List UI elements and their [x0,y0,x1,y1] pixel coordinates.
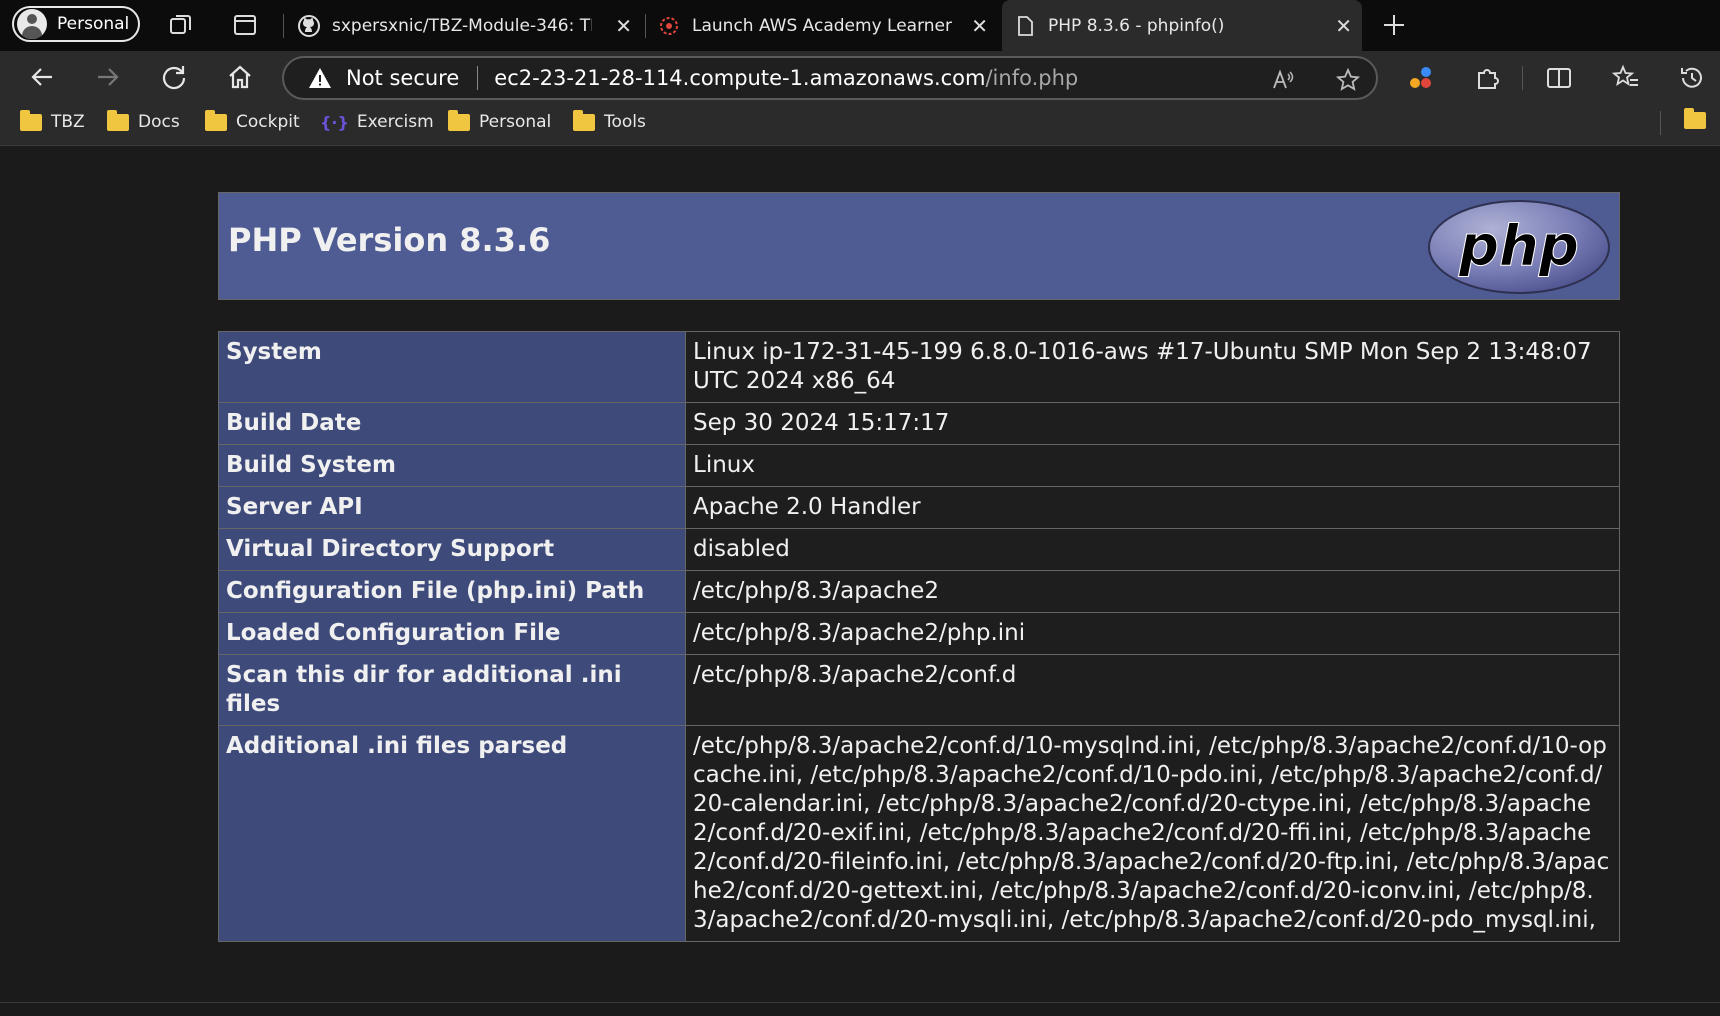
security-label[interactable]: Not secure [346,66,459,90]
profile-button[interactable]: Personal [12,6,140,42]
bookmark-docs[interactable]: Docs [107,109,180,132]
page-title: PHP Version 8.3.6 [228,221,551,259]
workspaces-icon[interactable] [168,12,194,38]
folder-icon [205,109,227,131]
row-key: Build System [218,444,686,487]
bookmark-label: TBZ [51,112,85,132]
table-row: Additional .ini files parsed/etc/php/8.3… [218,725,1620,942]
tab-phpinfo[interactable]: PHP 8.3.6 - phpinfo() ✕ [1002,0,1362,51]
folder-icon [573,109,595,131]
folder-icon [1684,108,1706,129]
row-key: Scan this dir for additional .ini files [218,654,686,726]
row-key: Additional .ini files parsed [218,725,686,942]
bookmark-label: Tools [604,112,646,132]
favorite-star-icon[interactable] [1336,68,1360,92]
bookmark-label: Exercism [356,112,434,132]
tab-title: Launch AWS Academy Learner Lab [692,15,952,36]
row-value: /etc/php/8.3/apache2/conf.d [685,654,1620,726]
row-value: Sep 30 2024 15:17:17 [685,402,1620,445]
exercism-icon: {·} [320,112,349,132]
history-icon[interactable] [1678,64,1706,92]
home-icon[interactable] [226,63,254,91]
table-row: System Linux ip-172-31-45-199 6.8.0-1016-… [218,331,1620,403]
tab-aws-academy[interactable]: Launch AWS Academy Learner Lab ✕ [646,0,998,51]
tab-title: PHP 8.3.6 - phpinfo() [1048,15,1225,36]
forward-icon[interactable] [94,63,122,91]
aws-academy-icon [660,16,678,35]
row-key: Loaded Configuration File [218,612,686,655]
row-value: Linux ip-172-31-45-199 6.8.0-1016-aws #1… [685,331,1620,403]
url-path: /info.php [985,66,1079,90]
other-favorites-folder[interactable] [1684,108,1715,129]
tab-strip: Personal sxpersxnic/TBZ-Module-346: TBZ … [0,0,1720,51]
copilot-icon[interactable] [1407,64,1435,92]
row-value: Linux [685,444,1620,487]
row-key: Configuration File (php.ini) Path [218,570,686,613]
github-icon [298,14,320,37]
read-aloud-icon[interactable] [1271,68,1295,92]
bookmark-label: Docs [138,112,180,132]
tab-title: sxpersxnic/TBZ-Module-346: TBZ [332,15,592,36]
warning-icon[interactable] [308,66,332,90]
close-icon[interactable]: ✕ [971,14,988,38]
bookmark-personal[interactable]: Personal [448,109,552,132]
bookmark-label: Personal [479,112,552,132]
bookmark-tbz[interactable]: TBZ [20,109,85,132]
table-row: Server API Apache 2.0 Handler [218,486,1620,529]
status-bar [0,1002,1720,1016]
table-row: Build System Linux [218,444,1620,487]
table-row: Scan this dir for additional .ini files /… [218,654,1620,726]
back-icon[interactable] [28,63,56,91]
info-table: System Linux ip-172-31-45-199 6.8.0-1016-… [218,331,1620,942]
row-key: System [218,331,686,403]
bookmark-label: Cockpit [236,112,300,132]
row-key: Server API [218,486,686,529]
folder-icon [107,109,129,131]
extensions-icon[interactable] [1473,64,1501,92]
split-screen-icon[interactable] [1545,64,1573,92]
table-row: Loaded Configuration File/etc/php/8.3/ap… [218,612,1620,655]
address-bar[interactable]: Not secure ec2-23-21-28-114.compute-1.am… [282,56,1378,100]
tab-actions-icon[interactable] [232,12,258,38]
row-key: Build Date [218,402,686,445]
tab-github[interactable]: sxpersxnic/TBZ-Module-346: TBZ ✕ [286,0,642,51]
php-logo-text: php [1458,214,1579,279]
folder-icon [448,109,470,131]
close-icon[interactable]: ✕ [615,14,632,38]
page-icon [1018,15,1033,36]
profile-label: Personal [57,14,130,34]
row-value: /etc/php/8.3/apache2/conf.d/10-mysqlnd.i… [685,725,1620,942]
php-logo: php [1428,200,1610,294]
close-icon[interactable]: ✕ [1335,14,1352,38]
navigation-toolbar: Not secure ec2-23-21-28-114.compute-1.am… [0,51,1720,103]
bookmark-exercism[interactable]: {·} Exercism [320,112,434,132]
table-row: Build Date Sep 30 2024 15:17:17 [218,402,1620,445]
bookmark-tools[interactable]: Tools [573,109,646,132]
bookmarks-bar: TBZ Docs Cockpit {·} Exercism Personal T… [0,103,1720,146]
table-row: Virtual Directory Support disabled [218,528,1620,571]
avatar-icon [17,9,47,39]
page-content: PHP Version 8.3.6 php System Linux ip-172… [0,146,1720,1002]
row-key: Virtual Directory Support [218,528,686,571]
row-value: Apache 2.0 Handler [685,486,1620,529]
row-value: /etc/php/8.3/apache2 [685,570,1620,613]
row-value: disabled [685,528,1620,571]
php-header: PHP Version 8.3.6 php [218,192,1620,300]
bookmark-cockpit[interactable]: Cockpit [205,109,300,132]
url-host: ec2-23-21-28-114.compute-1.amazonaws.com [494,66,986,90]
row-value: /etc/php/8.3/apache2/php.ini [685,612,1620,655]
new-tab-icon[interactable] [1381,12,1407,38]
folder-icon [20,109,42,131]
table-row: Configuration File (php.ini) Path/etc/ph… [218,570,1620,613]
refresh-icon[interactable] [160,63,188,91]
favorites-icon[interactable] [1612,64,1640,92]
